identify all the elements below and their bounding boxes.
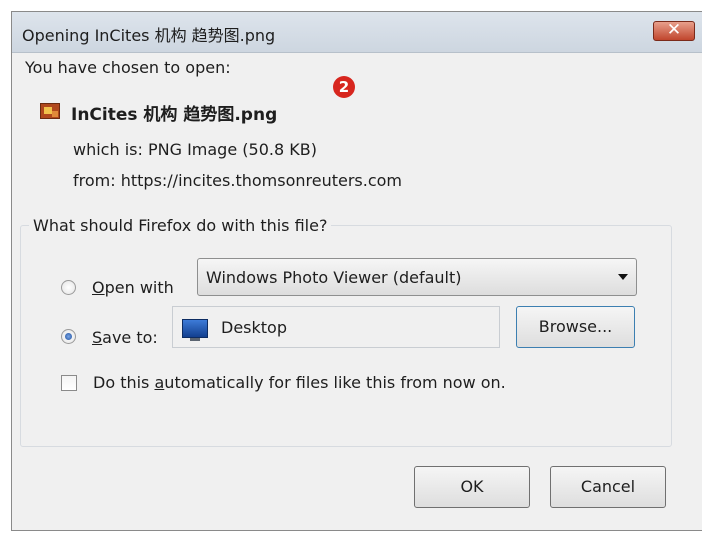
desktop-icon [182,319,208,341]
title-bar[interactable]: Opening InCites 机构 趋势图.png ✕ [12,12,702,53]
file-type: which is: PNG Image (50.8 KB) [73,140,317,159]
open-with-accel: O [92,278,105,297]
application-value: Windows Photo Viewer (default) [206,268,462,287]
save-location-field[interactable]: Desktop [172,306,500,348]
save-to-radio[interactable] [61,329,76,344]
from-value: https://incites.thomsonreuters.com [120,171,402,190]
auto-label-accel: a [154,373,165,392]
open-with-radio[interactable] [61,280,76,295]
save-to-label[interactable]: Save to: [92,328,158,347]
browse-button[interactable]: Browse... [516,306,635,348]
action-group-label: What should Firefox do with this file? [29,216,332,235]
auto-label-pre: Do this [93,373,155,392]
save-to-label-rest: ave to: [102,328,158,347]
which-is-value: PNG Image (50.8 KB) [147,140,317,159]
auto-checkbox[interactable] [61,375,77,391]
auto-checkbox-label[interactable]: Do this automatically for files like thi… [93,373,506,392]
open-with-label-rest: pen with [104,278,174,297]
from-label: from: [73,171,116,190]
open-with-label[interactable]: Open with [92,278,174,297]
ok-button[interactable]: OK [414,466,530,508]
step-badge: 2 [333,76,355,98]
window-title: Opening InCites 机构 趋势图.png [22,26,276,45]
radio-selected-dot [65,333,72,340]
which-is-label: which is: [73,140,143,159]
png-file-icon [40,103,60,119]
close-icon: ✕ [666,20,682,40]
cancel-button[interactable]: Cancel [550,466,666,508]
close-button[interactable]: ✕ [653,20,695,41]
chevron-down-icon [618,274,628,280]
file-name: InCites 机构 趋势图.png [71,105,278,125]
auto-label-post: utomatically for files like this from no… [164,373,506,392]
application-dropdown[interactable]: Windows Photo Viewer (default) [197,258,637,296]
chosen-text: You have chosen to open: [25,58,231,77]
file-source: from: https://incites.thomsonreuters.com [73,171,402,190]
save-to-accel: S [92,328,103,347]
save-location-value: Desktop [221,318,287,337]
